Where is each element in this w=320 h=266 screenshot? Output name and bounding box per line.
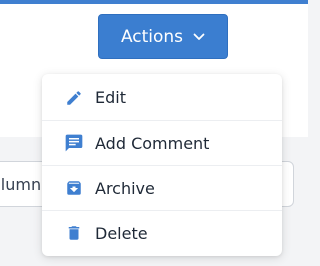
pencil-icon (64, 88, 84, 108)
menu-item-label: Edit (95, 88, 126, 107)
chevron-down-icon (193, 33, 205, 41)
menu-item-add-comment[interactable]: Add Comment (42, 120, 282, 165)
actions-dropdown-menu: Edit Add Comment Archive Delete (42, 74, 282, 256)
archive-icon (64, 178, 84, 198)
menu-item-label: Add Comment (95, 133, 210, 153)
trash-icon (64, 223, 84, 243)
menu-item-label: Archive (95, 178, 155, 198)
columns-field-text: olumn (0, 174, 42, 194)
menu-item-delete[interactable]: Delete (42, 210, 282, 255)
actions-button-label: Actions (120, 26, 184, 47)
comment-icon (64, 133, 84, 153)
menu-item-label: Delete (95, 223, 148, 243)
menu-item-archive[interactable]: Archive (42, 165, 282, 210)
menu-item-edit[interactable]: Edit (42, 75, 282, 120)
actions-button[interactable]: Actions (98, 14, 228, 59)
